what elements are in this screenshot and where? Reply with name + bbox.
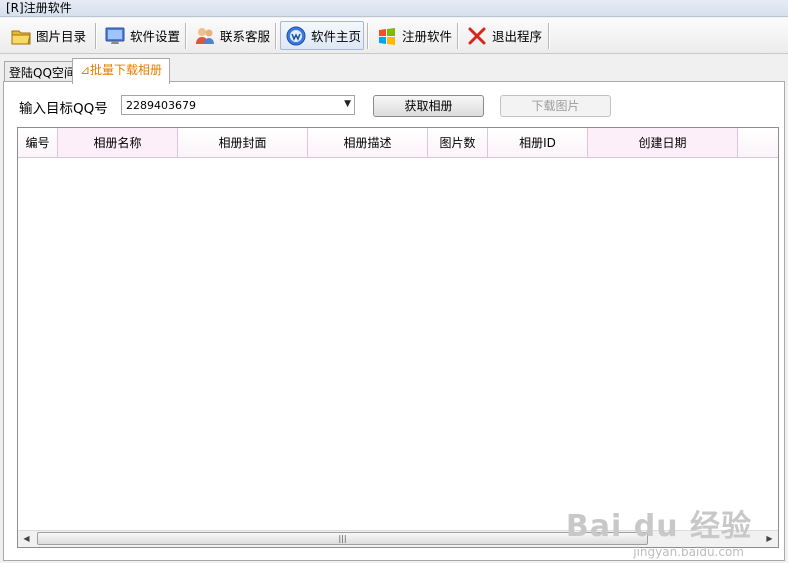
scroll-left-icon[interactable]: ◀ — [18, 531, 35, 547]
column-header-album-description[interactable]: 相册描述 — [308, 128, 428, 158]
image-directory-button[interactable]: 图片目录 — [6, 21, 90, 50]
dropdown-arrow-icon[interactable]: ▼ — [344, 99, 351, 109]
column-header-album-cover[interactable]: 相册封面 — [178, 128, 308, 158]
scrollbar-thumb[interactable]: ||| — [37, 532, 648, 545]
toolbar: 图片目录 软件设置 联系客服 软件主页 注册软件 退出程序 — [0, 18, 788, 54]
download-images-button[interactable]: 下载图片 — [500, 95, 611, 117]
column-header-creation-date[interactable]: 创建日期 — [588, 128, 738, 158]
fetch-albums-button[interactable]: 获取相册 — [373, 95, 484, 117]
folder-icon — [11, 30, 31, 44]
people-icon — [196, 27, 214, 44]
image-directory-label: 图片目录 — [36, 29, 87, 44]
tab-login-qq-zone[interactable]: 登陆QQ空间 — [4, 61, 81, 83]
window-title: [R]注册软件 — [6, 1, 72, 15]
albums-table[interactable]: 编号 相册名称 相册封面 相册描述 图片数 相册ID 创建日期 ◀ ||| ▶ — [17, 127, 779, 548]
target-qq-label: 输入目标QQ号 — [19, 101, 108, 117]
tab-login-qq-zone-label: 登陆QQ空间 — [9, 66, 76, 80]
software-homepage-label: 软件主页 — [311, 29, 362, 44]
scroll-right-icon[interactable]: ▶ — [761, 531, 778, 547]
register-software-label: 注册软件 — [402, 29, 453, 44]
software-settings-button[interactable]: 软件设置 — [100, 21, 184, 50]
contact-support-button[interactable]: 联系客服 — [190, 21, 274, 50]
column-header-number[interactable]: 编号 — [18, 128, 58, 158]
register-software-button[interactable]: 注册软件 — [372, 21, 456, 50]
baidu-watermark-url: jingyan.baidu.com — [633, 545, 744, 559]
monitor-icon — [105, 27, 125, 44]
target-qq-value: 2289403679 — [126, 99, 196, 112]
column-header-image-count[interactable]: 图片数 — [428, 128, 488, 158]
column-header-album-id[interactable]: 相册ID — [488, 128, 588, 158]
software-homepage-button[interactable]: 软件主页 — [280, 21, 364, 50]
target-qq-combobox[interactable]: 2289403679 ▼ — [121, 95, 355, 115]
table-header: 编号 相册名称 相册封面 相册描述 图片数 相册ID 创建日期 — [18, 128, 778, 158]
tab-batch-download-albums-label: ⊿批量下载相册 — [80, 63, 163, 77]
windows-logo-icon — [379, 27, 395, 45]
column-header-filler — [738, 128, 778, 158]
window-titlebar: [R]注册软件 — [0, 0, 788, 17]
exit-program-label: 退出程序 — [492, 29, 543, 44]
red-x-icon — [468, 27, 486, 44]
software-settings-label: 软件设置 — [130, 29, 181, 44]
browser-icon — [286, 26, 306, 45]
contact-support-label: 联系客服 — [220, 29, 271, 44]
baidu-watermark-logo: Bai du 经验 — [565, 509, 752, 544]
exit-program-button[interactable]: 退出程序 — [462, 21, 546, 50]
tab-batch-download-albums[interactable]: ⊿批量下载相册 — [72, 58, 171, 84]
batch-download-panel: 输入目标QQ号 2289403679 ▼ 获取相册 下载图片 编号 相册名称 相… — [3, 81, 785, 561]
column-header-album-name[interactable]: 相册名称 — [58, 128, 178, 158]
